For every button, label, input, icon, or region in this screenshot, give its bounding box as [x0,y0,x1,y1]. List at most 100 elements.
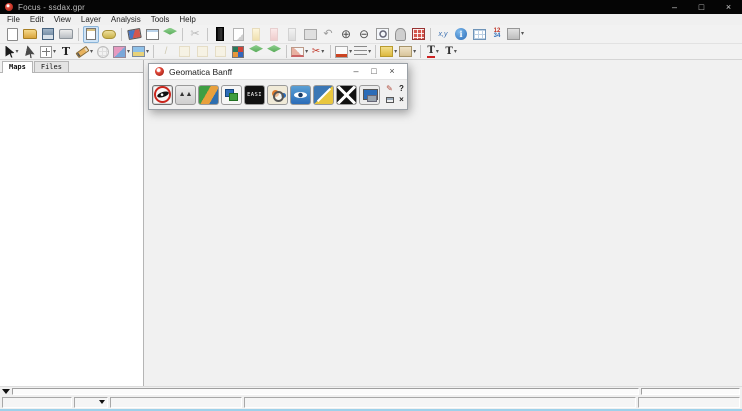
fill-color-icon[interactable]: ▾ [380,45,397,59]
pan-hand-icon[interactable] [392,26,408,43]
draw-line-icon[interactable]: / [158,45,174,59]
maximize-button[interactable]: □ [688,0,715,14]
window-controls: – □ × [661,0,742,14]
restore-window-icon[interactable] [384,95,395,105]
banff-titlebar[interactable]: Geomatica Banff – □ × [149,64,407,80]
eraser-glyph [127,28,142,40]
vertex-glyph [40,46,52,58]
link-icon[interactable] [101,26,117,43]
zoom-in-icon[interactable]: ⊕ [338,26,354,43]
zoom-previous-icon[interactable]: ↶ [320,26,336,43]
line-width-glyph [354,46,367,57]
vertex-grid-icon[interactable]: ▾ [40,45,56,59]
line-width-icon[interactable]: ▾ [354,45,371,59]
enhancement-linear-icon[interactable] [248,26,264,43]
status-cell-scale-dropdown[interactable] [74,397,108,408]
open-folder-icon[interactable] [22,26,38,43]
edit-scissors-icon[interactable]: ✂▾ [310,45,326,59]
insert-image-glyph [132,46,145,57]
close-button[interactable]: × [715,0,742,14]
cursor-position-icon[interactable]: x,y [435,26,451,43]
save-icon[interactable] [40,26,56,43]
fill-pattern-icon[interactable]: ▾ [399,45,416,59]
expand-panel-triangle-icon[interactable] [2,389,10,394]
draw-arc-icon[interactable] [176,45,192,59]
toolbar-separator [207,28,208,41]
toolbar-separator [430,28,431,41]
minimize-button[interactable]: – [661,0,688,14]
add-layer-icon[interactable] [162,26,178,43]
raster-tools-icon[interactable]: ▾ [507,26,524,43]
values-glyph: 12 34 [494,29,501,39]
draw-rectangle-icon[interactable] [194,45,210,59]
view-report-icon[interactable] [83,26,99,43]
enhancement-active-icon[interactable] [212,26,228,43]
link-glyph [102,30,116,39]
image-catalog-icon[interactable] [290,85,311,105]
cut-icon[interactable]: ✂ [187,26,203,43]
select-cursor-icon[interactable]: ▾ [4,45,20,59]
new-file-icon[interactable] [4,26,20,43]
notes-pencil-icon[interactable]: ✎ [384,84,395,94]
gray-window-glyph [304,29,317,40]
toolbar-separator [78,28,79,41]
banff-minimize-button[interactable]: – [347,67,365,76]
enhancement-root-icon[interactable] [266,26,282,43]
layer-stack-icon[interactable] [248,45,264,59]
numeric-values-icon[interactable]: 12 34 [489,26,505,43]
zoom-out-icon[interactable]: ⊖ [356,26,372,43]
insert-image-icon[interactable]: ▾ [132,45,149,59]
banff-close-button[interactable]: × [383,67,401,76]
fixed-zoom-glyph [412,28,425,40]
pencil-edit-icon[interactable]: ▾ [76,45,93,59]
edit-cursor-icon[interactable] [22,45,38,59]
clip-region-icon[interactable] [336,85,357,105]
chevron-down-icon: ▾ [521,31,524,37]
exit-icon[interactable]: × [396,95,407,105]
license-monitor-icon[interactable] [359,85,380,105]
menu-tools[interactable]: Tools [146,15,175,24]
measure-ruler-icon[interactable]: ▾ [291,45,308,59]
text-tool-icon[interactable]: T [58,45,74,59]
new-map-window-icon[interactable] [144,26,160,43]
menu-analysis[interactable]: Analysis [106,15,146,24]
menu-file[interactable]: File [2,15,25,24]
maps-tree[interactable] [0,73,143,386]
edit-scissors-glyph: ✂ [312,47,320,57]
georeference-globe-icon[interactable] [95,45,111,59]
text-color-icon[interactable]: T▾ [425,45,441,59]
menu-view[interactable]: View [49,15,76,24]
banff-maximize-button[interactable]: □ [365,67,383,76]
menu-edit[interactable]: Edit [25,15,49,24]
attribute-table-icon[interactable] [471,26,487,43]
modeler-icon[interactable] [221,85,242,105]
tab-files[interactable]: Files [34,61,69,72]
page-flip-icon[interactable] [230,26,246,43]
focus-launcher-icon[interactable] [152,85,173,105]
fixed-sized-zoom-icon[interactable] [410,26,426,43]
help-icon[interactable]: ? [396,84,407,94]
gray-window-icon[interactable] [302,26,318,43]
layer-stack-alt-icon[interactable] [266,45,282,59]
identify-info-icon[interactable]: i [453,26,469,43]
status-cell-extra [638,397,740,408]
line-color-icon[interactable]: ▾ [335,45,352,59]
orthoengine-icon[interactable]: ▲▲ [175,85,196,105]
enhancement-equalize-icon[interactable] [284,26,300,43]
draw-polygon-icon[interactable] [212,45,228,59]
zoom-to-overview-icon[interactable] [374,26,390,43]
clipboard-eraser-icon[interactable] [126,26,142,43]
easi-console-icon[interactable]: EASI [244,85,265,105]
toolbar-separator [286,45,287,58]
community-search-icon[interactable] [267,85,288,105]
symbol-color-icon[interactable] [230,45,246,59]
shape-fill-icon[interactable]: ▾ [113,45,130,59]
menu-layer[interactable]: Layer [76,15,106,24]
print-icon[interactable] [58,26,74,43]
text-style-icon[interactable]: T▾ [443,45,459,59]
menu-help[interactable]: Help [174,15,200,24]
cut-glyph: ✂ [190,29,199,40]
map-mosaic-icon[interactable] [198,85,219,105]
tab-maps[interactable]: Maps [2,61,33,73]
python-brush-icon[interactable] [313,85,334,105]
